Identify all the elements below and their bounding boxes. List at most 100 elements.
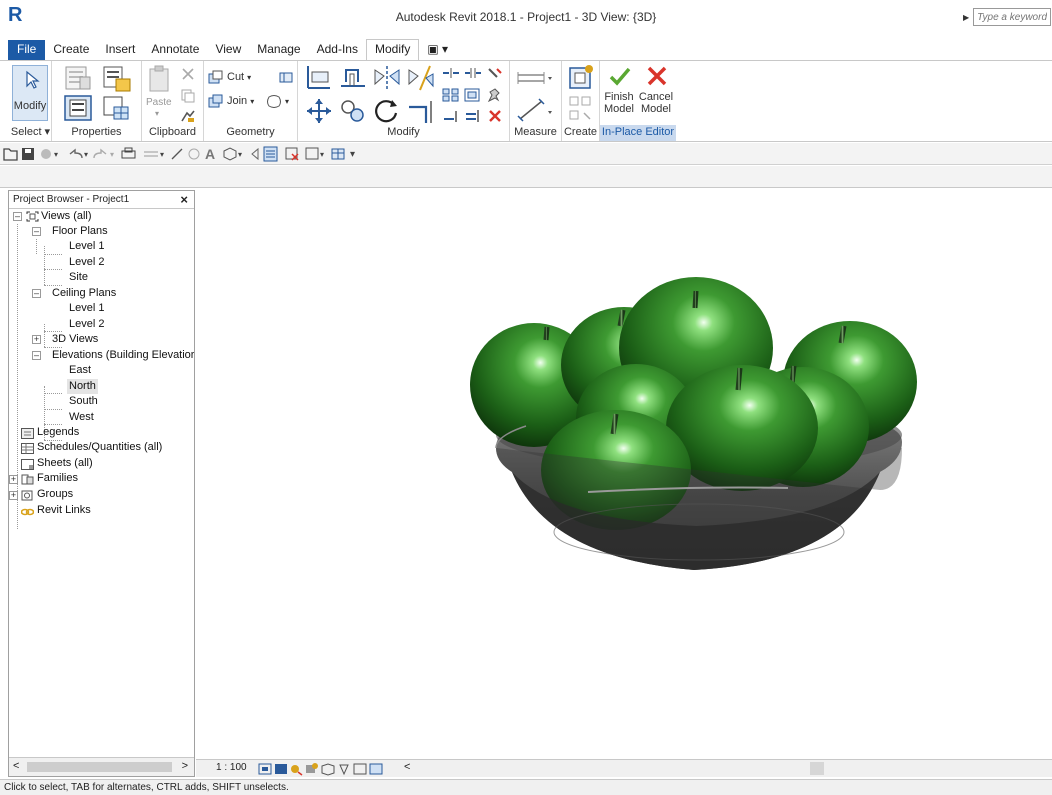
- tree-node-site[interactable]: Site: [69, 270, 88, 285]
- mirror-pick-axis-icon[interactable]: [372, 64, 402, 92]
- tab-create[interactable]: Create: [45, 40, 97, 60]
- tab-manage[interactable]: Manage: [249, 40, 308, 60]
- text-icon[interactable]: A: [205, 146, 215, 162]
- collapse-toggle[interactable]: –: [32, 227, 41, 236]
- trim-extend-single-icon[interactable]: [442, 109, 460, 123]
- 3d-view-canvas[interactable]: [196, 190, 1052, 759]
- measure-qat-icon[interactable]: ▾: [144, 150, 164, 159]
- create-similar-icon[interactable]: [568, 95, 594, 123]
- visual-style-icon[interactable]: [275, 764, 287, 774]
- modify-button[interactable]: Modify: [12, 65, 48, 121]
- tree-node-ceiling-level-2[interactable]: Level 2: [69, 317, 104, 332]
- pin-icon[interactable]: [486, 88, 504, 102]
- scale-icon[interactable]: [464, 88, 482, 102]
- split-with-gap-icon[interactable]: [464, 66, 482, 80]
- collapse-toggle[interactable]: –: [32, 289, 41, 298]
- trim-extend-multiple-icon[interactable]: [464, 109, 482, 123]
- type-properties-icon[interactable]: [64, 65, 94, 93]
- open-icon[interactable]: [3, 148, 18, 161]
- collapse-toggle[interactable]: –: [13, 212, 22, 221]
- save-icon[interactable]: [22, 148, 34, 160]
- family-types-icon[interactable]: [102, 95, 132, 123]
- paste-icon[interactable]: [147, 65, 173, 95]
- tree-node-revit-links[interactable]: Revit Links: [37, 503, 91, 518]
- switch-windows-icon[interactable]: ▾: [305, 147, 324, 160]
- browser-horizontal-scrollbar[interactable]: < >: [9, 757, 194, 776]
- sync-icon[interactable]: ▾: [41, 149, 58, 159]
- tree-node-south[interactable]: South: [69, 394, 98, 409]
- tree-node-east[interactable]: East: [69, 363, 91, 378]
- redo-icon[interactable]: ▾: [93, 148, 114, 159]
- show-rendering-icon[interactable]: [321, 763, 335, 776]
- dimension-aligned-icon[interactable]: [516, 97, 554, 123]
- section-icon[interactable]: [251, 147, 259, 161]
- tab-modify[interactable]: Modify: [365, 39, 420, 60]
- tab-annotate[interactable]: Annotate: [143, 40, 207, 60]
- collapse-toggle[interactable]: –: [32, 351, 41, 360]
- create-group-icon[interactable]: [567, 63, 595, 91]
- tree-node-schedules[interactable]: Schedules/Quantities (all): [37, 440, 162, 455]
- tag-icon[interactable]: [188, 148, 200, 160]
- properties-icon[interactable]: [64, 95, 94, 123]
- cancel-model-button[interactable]: Cancel Model: [638, 63, 674, 121]
- crop-view-icon[interactable]: [339, 764, 349, 776]
- close-hidden-windows-icon[interactable]: [285, 147, 299, 161]
- tree-node-floor-level-1[interactable]: Level 1: [69, 239, 104, 254]
- tree-node-groups[interactable]: Groups: [37, 487, 73, 502]
- scroll-right-button[interactable]: >: [182, 760, 188, 772]
- shadows-icon[interactable]: [306, 763, 318, 773]
- panel-select-label[interactable]: Select ▾: [10, 125, 51, 141]
- scrollbar-thumb[interactable]: [27, 762, 172, 772]
- mirror-draw-axis-icon[interactable]: [406, 64, 436, 92]
- tab-insert[interactable]: Insert: [97, 40, 143, 60]
- wall-joins-icon[interactable]: [278, 70, 294, 84]
- tree-node-views-all[interactable]: Views (all): [41, 209, 92, 224]
- finish-model-button[interactable]: Finish Model: [602, 63, 636, 121]
- tree-node-families[interactable]: Families: [37, 471, 78, 486]
- print-icon[interactable]: [121, 147, 136, 159]
- apple-bowl-model[interactable]: [196, 190, 1052, 759]
- tree-node-ceiling-level-1[interactable]: Level 1: [69, 301, 104, 316]
- tab-context-dropdown[interactable]: ▣ ▾: [419, 40, 456, 60]
- tree-node-ceiling-plans[interactable]: Ceiling Plans: [52, 286, 116, 301]
- cut-geometry-button[interactable]: Cut ▾: [208, 70, 251, 84]
- match-properties-icon[interactable]: [180, 109, 196, 123]
- match-type-icon[interactable]: [102, 65, 132, 93]
- tree-node-floor-level-2[interactable]: Level 2: [69, 255, 104, 270]
- cut-icon[interactable]: [180, 67, 196, 81]
- detail-level-icon[interactable]: [258, 763, 272, 775]
- copy-icon[interactable]: [180, 89, 196, 103]
- expand-toggle[interactable]: +: [9, 475, 18, 484]
- aligned-dimension-qat-icon[interactable]: [171, 148, 183, 160]
- temporary-hide-icon[interactable]: [369, 763, 383, 775]
- paste-dropdown-icon[interactable]: ▾: [155, 109, 159, 118]
- customize-qat-icon[interactable]: ▾: [350, 149, 355, 160]
- split-face-button[interactable]: ▾: [266, 94, 289, 108]
- tab-add-ins[interactable]: Add-Ins: [309, 40, 366, 60]
- undo-icon[interactable]: ▾: [69, 148, 88, 159]
- tree-node-elevations[interactable]: Elevations (Building Elevatior: [52, 348, 194, 363]
- unpin-icon[interactable]: [486, 66, 504, 80]
- offset-icon[interactable]: [338, 64, 368, 92]
- search-input[interactable]: [973, 8, 1052, 26]
- expand-toggle[interactable]: +: [32, 335, 41, 344]
- align-icon[interactable]: [304, 64, 334, 92]
- move-icon[interactable]: [304, 97, 334, 125]
- sun-path-icon[interactable]: [291, 765, 303, 776]
- tree-node-north[interactable]: North: [67, 379, 98, 394]
- horizontal-scrollbar-thumb[interactable]: [810, 762, 824, 775]
- tree-node-3d-views[interactable]: 3D Views: [52, 332, 98, 347]
- expand-toggle[interactable]: +: [9, 491, 18, 500]
- split-element-icon[interactable]: [442, 66, 460, 80]
- trim-extend-corner-icon[interactable]: [406, 97, 436, 125]
- scroll-left-button[interactable]: <: [13, 760, 19, 772]
- tree-node-sheets[interactable]: Sheets (all): [37, 456, 93, 471]
- close-icon[interactable]: ×: [180, 191, 188, 208]
- default-3d-view-icon[interactable]: [331, 148, 345, 160]
- search-expand-icon[interactable]: ▶: [963, 13, 969, 22]
- measure-between-references-icon[interactable]: [516, 69, 554, 89]
- 3d-view-icon[interactable]: ▾: [223, 147, 242, 161]
- tree-node-west[interactable]: West: [69, 410, 94, 425]
- tab-view[interactable]: View: [207, 40, 249, 60]
- tree-node-legends[interactable]: Legends: [37, 425, 79, 440]
